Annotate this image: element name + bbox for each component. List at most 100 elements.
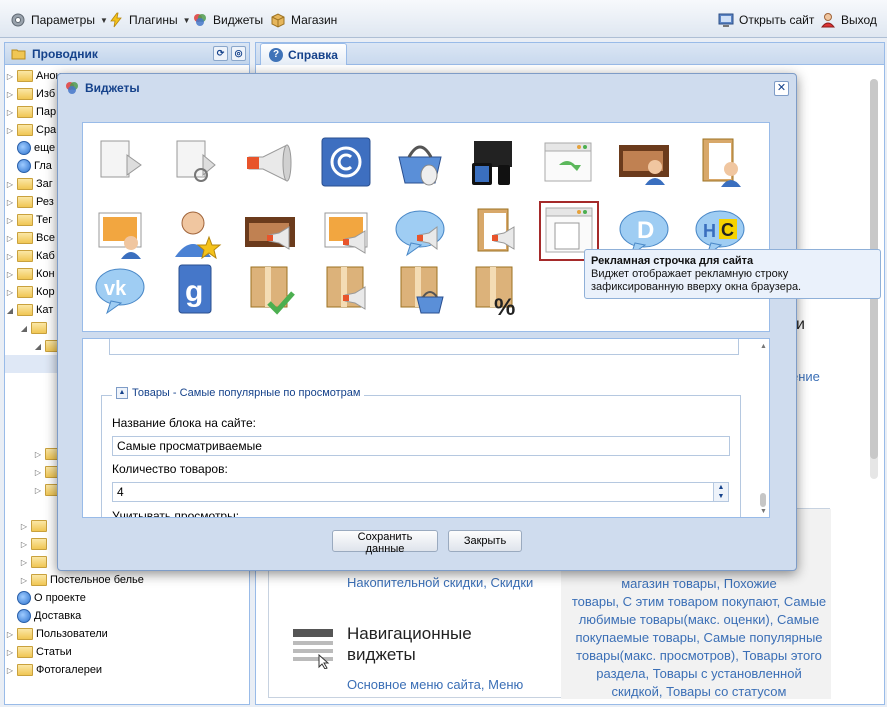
widget-tooltip: Рекламная строчка для сайта Виджет отобр… — [584, 249, 881, 299]
help-right-line[interactable]: покупаемые товары, Самые популярные — [567, 629, 831, 647]
monitor-icon — [718, 12, 734, 28]
shopping-basket-icon[interactable] — [393, 135, 447, 189]
vk-bubble-icon[interactable]: vk — [93, 263, 147, 317]
gear-icon — [10, 12, 26, 28]
help-icon: ? — [269, 47, 283, 62]
explorer-header: Проводник ⟳ ◎ — [5, 43, 249, 65]
book-user-icon[interactable] — [693, 135, 747, 189]
close-icon[interactable]: ✕ — [774, 81, 789, 96]
folder-icon — [31, 322, 47, 334]
help-text-fragment: и — [796, 316, 805, 333]
tree-item[interactable]: Доставка — [5, 607, 249, 625]
box-basket-icon[interactable] — [393, 263, 447, 317]
widgets-menu[interactable]: Виджеты — [192, 11, 263, 29]
page-icon — [17, 609, 31, 623]
tree-item[interactable]: ▷ Фотогалереи — [5, 661, 249, 679]
svg-text:D: D — [637, 217, 654, 244]
explorer-title: Проводник — [32, 46, 98, 61]
folder-icon — [17, 286, 33, 298]
widgets-dialog: Виджеты ✕ D H C vk g % ▲ Товары - Самые … — [57, 73, 797, 571]
widget-icon-grid: D HC vk g % — [82, 122, 770, 332]
help-right-line[interactable]: раздела, Товары с установленной — [567, 665, 831, 683]
nav-widgets-title: Навигационные виджеты — [347, 624, 472, 664]
help-right-line[interactable]: любимые товары(макс. оценки), Самые — [567, 611, 831, 629]
page-icon — [17, 159, 31, 173]
folder-icon — [17, 214, 33, 226]
open-site-button[interactable]: Открыть сайт — [718, 11, 814, 29]
refresh-icon[interactable]: ⟳ — [213, 46, 228, 61]
help-right-line[interactable]: скидкой, Товары со статусом — [567, 683, 831, 701]
tree-item[interactable]: ▷ Постельное белье — [5, 571, 249, 589]
accum-link[interactable]: Накопительной скидки, Скидки — [347, 575, 533, 590]
folder-icon — [17, 664, 33, 676]
page-icon — [17, 591, 31, 605]
params-menu[interactable]: Параметры ▼ — [10, 11, 108, 29]
document-link-icon[interactable] — [169, 135, 223, 189]
user-star-icon[interactable] — [169, 205, 223, 260]
tab-strip: ? Справка — [256, 43, 884, 65]
folder-icon — [31, 538, 47, 550]
svg-text:%: % — [494, 294, 515, 317]
box-check-icon[interactable] — [243, 263, 297, 317]
folder-icon — [17, 178, 33, 190]
top-toolbar: Параметры ▼ Плагины ▼ Виджеты Магазин От… — [0, 0, 887, 38]
params-label: Параметры — [31, 13, 95, 27]
document-arrow-icon[interactable] — [93, 135, 147, 189]
picture-megaphone-icon[interactable] — [319, 205, 373, 259]
box-icon — [270, 12, 286, 28]
help-right-links[interactable]: магазин товары, Похожие товары, С этим т… — [567, 575, 831, 701]
filmstrip-user-icon[interactable] — [617, 135, 671, 189]
svg-text:vk: vk — [104, 278, 127, 300]
plugins-menu[interactable]: Плагины ▼ — [108, 11, 191, 29]
bubble-megaphone-icon[interactable] — [393, 205, 447, 259]
megaphone-icon[interactable] — [243, 135, 297, 189]
folder-icon — [17, 124, 33, 136]
box-megaphone-icon[interactable] — [319, 263, 373, 317]
shop-label: Магазин — [291, 13, 338, 27]
folder-icon — [17, 646, 33, 658]
copyright-icon[interactable] — [319, 135, 373, 189]
widgets-dialog-title: Виджеты — [85, 81, 140, 95]
widget-settings-form: ▲ Товары - Самые популярные по просмотра… — [82, 338, 770, 518]
views-label: Учитывать просмотры: — [112, 509, 240, 518]
widgets-dialog-header[interactable]: Виджеты — [58, 74, 796, 102]
count-label: Количество товаров: — [112, 462, 228, 476]
picture-user-icon[interactable] — [93, 205, 147, 259]
form-scrollbar[interactable]: ▲ ▼ — [759, 343, 767, 515]
devices-icon[interactable] — [468, 135, 522, 189]
folder-icon — [17, 268, 33, 280]
tooltip-title: Рекламная строчка для сайта — [591, 255, 754, 267]
tree-item[interactable]: О проекте — [5, 589, 249, 607]
fieldset-legend: ▲ Товары - Самые популярные по просмотра… — [112, 387, 365, 399]
window-arrow-icon[interactable] — [541, 135, 595, 189]
box-percent-icon[interactable]: % — [468, 263, 522, 321]
folder-icon — [17, 196, 33, 208]
book-megaphone-icon[interactable] — [468, 205, 522, 259]
tree-item[interactable]: ▷ Пользователи — [5, 625, 249, 643]
block-name-field[interactable] — [112, 436, 730, 456]
chevron-down-icon: ▼ — [99, 15, 108, 25]
help-right-line[interactable]: магазин товары, Похожие — [567, 575, 831, 593]
collapse-toggle-icon[interactable]: ▲ — [116, 387, 128, 399]
save-button[interactable]: Сохранить данные — [332, 530, 438, 555]
svg-text:C: C — [721, 220, 734, 240]
tree-item[interactable]: ▷ Статьи — [5, 643, 249, 661]
popular-products-fieldset: ▲ Товары - Самые популярные по просмотра… — [101, 387, 741, 518]
odnoklassniki-icon[interactable]: g — [169, 263, 223, 317]
tab-help[interactable]: ? Справка — [260, 43, 347, 65]
quantity-stepper[interactable]: ▲ ▼ — [713, 482, 729, 502]
binoculars-icon[interactable]: ◎ — [231, 46, 246, 61]
logout-button[interactable]: Выход — [820, 11, 877, 29]
logout-label: Выход — [841, 13, 877, 27]
folder-icon — [31, 574, 47, 586]
help-right-line[interactable]: товары(макс. просмотров), Товары этого — [567, 647, 831, 665]
help-right-line[interactable]: товары, С этим товаром покупают, Самые — [567, 593, 831, 611]
filmstrip-megaphone-icon[interactable] — [243, 205, 297, 259]
count-field[interactable] — [112, 482, 714, 502]
folder-open-icon — [11, 46, 27, 62]
nav-widgets-link[interactable]: Основное меню сайта, Меню — [347, 677, 523, 692]
plugins-label: Плагины — [129, 13, 178, 27]
block-name-label: Название блока на сайте: — [112, 416, 257, 430]
shop-menu[interactable]: Магазин — [270, 11, 337, 29]
close-button[interactable]: Закрыть — [448, 530, 522, 552]
